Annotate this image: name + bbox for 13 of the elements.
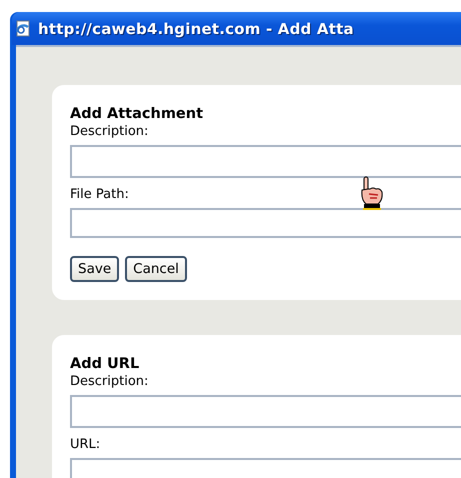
section-heading: Add Attachment (70, 105, 204, 123)
input-field[interactable] (70, 208, 461, 238)
form-button[interactable]: Save (70, 256, 120, 282)
field-label: URL: (70, 436, 100, 454)
window-title: http://caweb4.hginet.com - Add Atta (38, 20, 354, 38)
input-field[interactable] (70, 145, 461, 178)
field-label: File Path: (70, 186, 129, 204)
form-button[interactable]: Cancel (125, 256, 187, 282)
browser-page-icon (14, 20, 32, 38)
field-label: Description: (70, 123, 148, 141)
section-heading: Add URL (70, 355, 140, 373)
field-label: Description: (70, 373, 148, 391)
input-field[interactable] (70, 395, 461, 428)
